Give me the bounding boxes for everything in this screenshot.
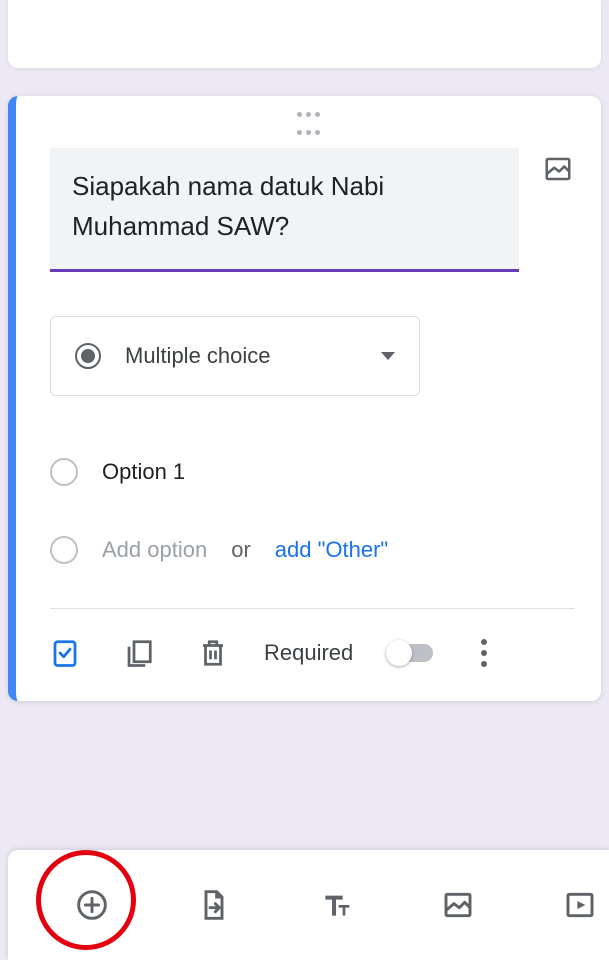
duplicate-icon[interactable] [124, 638, 154, 668]
chevron-down-icon [381, 352, 395, 360]
option-label[interactable]: Option 1 [102, 459, 185, 485]
add-video-icon[interactable] [564, 889, 596, 921]
radio-icon [50, 536, 78, 564]
add-option-row: Add option or add "Other" [50, 522, 575, 578]
radio-icon [50, 458, 78, 486]
drag-handle-icon[interactable] [16, 96, 601, 148]
import-questions-icon[interactable] [198, 889, 230, 921]
add-option-button[interactable]: Add option [102, 537, 207, 563]
or-text: or [231, 537, 251, 563]
add-question-icon[interactable] [76, 889, 108, 921]
multiple-choice-icon [75, 343, 101, 369]
more-options-icon[interactable] [477, 635, 491, 671]
required-label: Required [264, 640, 353, 666]
previous-card [8, 0, 601, 68]
add-title-icon[interactable] [320, 889, 352, 921]
required-toggle[interactable] [389, 644, 433, 662]
answer-key-icon[interactable] [50, 638, 80, 668]
add-image-icon[interactable] [541, 154, 575, 184]
bottom-toolbar [8, 850, 609, 960]
question-type-label: Multiple choice [125, 343, 357, 369]
delete-icon[interactable] [198, 638, 228, 668]
add-other-button[interactable]: add "Other" [275, 537, 388, 563]
question-type-select[interactable]: Multiple choice [50, 316, 420, 396]
question-title-input[interactable]: Siapakah nama datuk Nabi Muhammad SAW? [50, 148, 519, 272]
option-row[interactable]: Option 1 [50, 444, 575, 500]
question-card: Siapakah nama datuk Nabi Muhammad SAW? M… [8, 96, 601, 701]
add-image-toolbar-icon[interactable] [442, 889, 474, 921]
